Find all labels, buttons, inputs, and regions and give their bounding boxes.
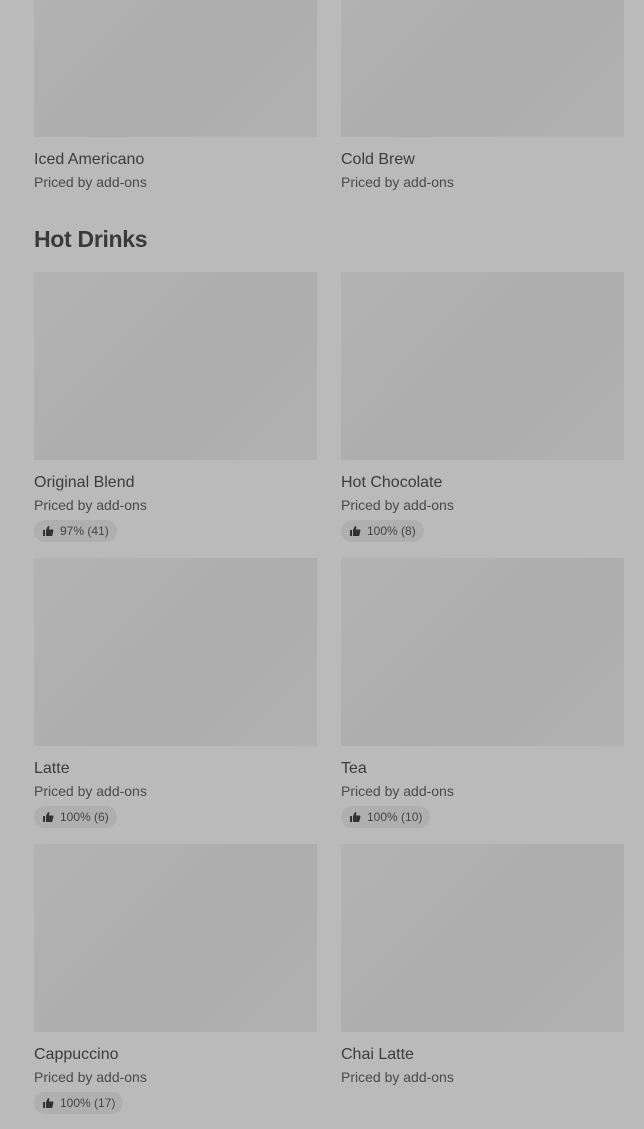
- item-name: Chai Latte: [341, 1046, 414, 1063]
- menu-page: Iced Americano Priced by add-ons Cold Br…: [0, 0, 644, 1129]
- rating-text: 100% (10): [367, 810, 423, 824]
- item-price: Priced by add-ons: [34, 1069, 147, 1085]
- rating-text: 100% (6): [60, 810, 109, 824]
- item-name: Tea: [341, 760, 367, 777]
- section-heading-hot-drinks: Hot Drinks: [34, 226, 148, 252]
- thumbs-up-icon: [43, 1098, 54, 1108]
- item-price: Priced by add-ons: [341, 1069, 454, 1085]
- thumbs-up-icon: [43, 526, 54, 536]
- menu-item-card-tea[interactable]: Tea Priced by add-ons 100% (10): [341, 558, 624, 828]
- item-name: Original Blend: [34, 474, 135, 491]
- rating-badge: 100% (8): [341, 520, 424, 542]
- item-image: [34, 844, 317, 1032]
- rating-badge: 100% (6): [34, 806, 117, 828]
- menu-item-card-cappuccino[interactable]: Cappuccino Priced by add-ons 100% (17): [34, 844, 317, 1114]
- item-price: Priced by add-ons: [341, 497, 454, 513]
- item-price: Priced by add-ons: [34, 497, 147, 513]
- menu-item-card-iced-americano[interactable]: Iced Americano Priced by add-ons: [34, 0, 317, 191]
- thumbs-up-icon: [43, 812, 54, 822]
- item-image: [341, 0, 624, 137]
- item-price: Priced by add-ons: [341, 174, 454, 190]
- rating-text: 100% (17): [60, 1096, 116, 1110]
- rating-badge: 97% (41): [34, 520, 117, 542]
- item-price: Priced by add-ons: [341, 783, 454, 799]
- item-image: [341, 272, 624, 460]
- rating-badge: 100% (17): [34, 1092, 124, 1114]
- item-name: Cappuccino: [34, 1046, 119, 1063]
- item-image: [341, 558, 624, 746]
- item-image: [34, 272, 317, 460]
- item-name: Cold Brew: [341, 151, 415, 168]
- item-image: [34, 558, 317, 746]
- rating-text: 100% (8): [367, 524, 416, 538]
- item-name: Hot Chocolate: [341, 474, 443, 491]
- menu-item-card-latte[interactable]: Latte Priced by add-ons 100% (6): [34, 558, 317, 828]
- menu-item-card-chai-latte[interactable]: Chai Latte Priced by add-ons: [341, 844, 624, 1086]
- item-image: [341, 844, 624, 1032]
- menu-item-card-hot-chocolate[interactable]: Hot Chocolate Priced by add-ons 100% (8): [341, 272, 624, 542]
- thumbs-up-icon: [350, 812, 361, 822]
- item-name: Iced Americano: [34, 151, 145, 168]
- item-image: [34, 0, 317, 137]
- item-price: Priced by add-ons: [34, 174, 147, 190]
- rating-text: 97% (41): [60, 524, 109, 538]
- item-price: Priced by add-ons: [34, 783, 147, 799]
- item-name: Latte: [34, 760, 70, 777]
- thumbs-up-icon: [350, 526, 361, 536]
- rating-badge: 100% (10): [341, 806, 431, 828]
- menu-item-card-original-blend[interactable]: Original Blend Priced by add-ons 97% (41…: [34, 272, 317, 542]
- menu-item-card-cold-brew[interactable]: Cold Brew Priced by add-ons: [341, 0, 624, 191]
